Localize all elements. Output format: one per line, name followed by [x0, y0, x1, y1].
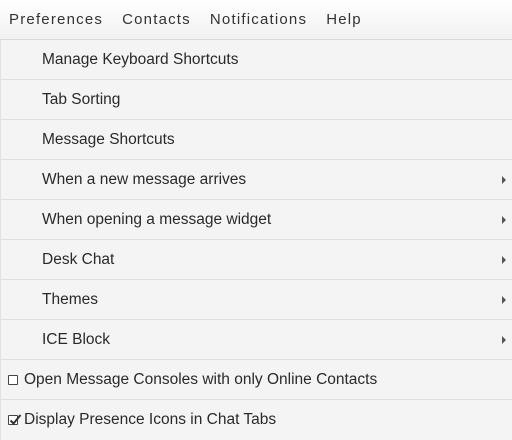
- menu-help[interactable]: Help: [326, 11, 362, 28]
- submenu-arrow-icon: [502, 335, 506, 344]
- menu-item-presence-icons[interactable]: Display Presence Icons in Chat Tabs: [1, 400, 512, 440]
- menu-item-label: Manage Keyboard Shortcuts: [42, 50, 239, 68]
- menu-item-label: Display Presence Icons in Chat Tabs: [24, 411, 277, 428]
- menu-item-label: When opening a message widget: [42, 210, 272, 228]
- checked-checkbox-icon[interactable]: [8, 414, 22, 425]
- menu-item-label: Open Message Consoles with only Online C…: [24, 370, 378, 388]
- menu-item-label: Themes: [42, 290, 98, 308]
- menu-item-manage-keyboard-shortcuts[interactable]: Manage Keyboard Shortcuts: [1, 40, 512, 80]
- menu-item-label: Desk Chat: [42, 250, 115, 268]
- submenu-arrow-icon: [502, 295, 506, 304]
- menu-notifications[interactable]: Notifications: [210, 11, 307, 28]
- menu-item-label: ICE Block: [42, 330, 111, 348]
- menu-item-desk-chat[interactable]: Desk Chat: [1, 240, 512, 280]
- submenu-arrow-icon: [502, 215, 506, 224]
- menu-item-label: Tab Sorting: [42, 90, 121, 108]
- menu-item-tab-sorting[interactable]: Tab Sorting: [1, 80, 512, 120]
- menu-bar: Preferences Contacts Notifications Help: [0, 0, 512, 40]
- submenu-arrow-icon: [502, 255, 506, 264]
- submenu-arrow-icon: [502, 175, 506, 184]
- menu-item-themes[interactable]: Themes: [1, 280, 512, 320]
- menu-item-label: When a new message arrives: [42, 170, 247, 188]
- menu-item-online-contacts-only[interactable]: Open Message Consoles with only Online C…: [1, 360, 512, 400]
- menu-item-message-shortcuts[interactable]: Message Shortcuts: [1, 120, 512, 160]
- menu-contacts[interactable]: Contacts: [122, 11, 191, 28]
- menu-item-opening-message-widget[interactable]: When opening a message widget: [1, 200, 512, 240]
- menu-item-label: Message Shortcuts: [42, 130, 175, 148]
- menu-item-new-message-arrives[interactable]: When a new message arrives: [1, 160, 512, 200]
- menu-item-ice-block[interactable]: ICE Block: [1, 320, 512, 360]
- unchecked-checkbox-icon[interactable]: [8, 374, 18, 385]
- menu-preferences[interactable]: Preferences: [9, 11, 103, 28]
- checkmark-icon: [9, 414, 22, 425]
- preferences-dropdown: Manage Keyboard Shortcuts Tab Sorting Me…: [0, 40, 512, 440]
